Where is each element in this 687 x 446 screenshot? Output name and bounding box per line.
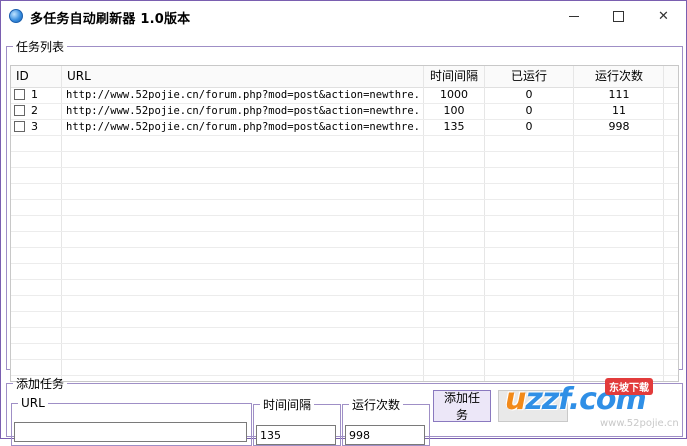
cell-url: http://www.52pojie.cn/forum.php?mod=post… [66,105,421,117]
row-checkbox[interactable] [14,89,25,100]
cell-interval: 100 [443,104,465,117]
minimize-icon [568,15,579,17]
add-task-button[interactable]: 添加任务 [433,390,491,422]
cell-count: 111 [608,88,630,101]
interval-label: 时间间隔 [263,398,312,412]
cell-url: http://www.52pojie.cn/forum.php?mod=post… [66,121,421,133]
minimize-button[interactable] [551,1,596,31]
close-icon: ✕ [658,8,669,24]
cell-url: http://www.52pojie.cn/forum.php?mod=post… [66,89,421,101]
app-globe-icon [9,9,23,23]
url-input[interactable] [14,422,247,442]
row-checkbox[interactable] [14,105,25,116]
watermark: uzzf.com 东坡下载 www.52pojie.cn [505,378,685,436]
add-task-legend: 添加任务 [16,377,65,391]
row-checkbox[interactable] [14,121,25,132]
column-header-interval[interactable]: 时间间隔 [424,66,484,87]
cell-id: 2 [31,104,38,117]
watermark-badge: 东坡下载 [605,378,653,395]
count-label: 运行次数 [352,398,401,412]
cell-count: 998 [608,120,630,133]
cell-count: 11 [612,104,626,117]
column-header-url[interactable]: URL [62,66,427,87]
cell-ran: 0 [525,120,533,133]
close-button[interactable]: ✕ [641,1,686,31]
task-list-legend: 任务列表 [16,40,65,54]
column-header-count[interactable]: 运行次数 [574,66,664,87]
cell-ran: 0 [525,88,533,101]
maximize-button[interactable] [596,1,641,31]
cell-id: 1 [31,88,38,101]
interval-input[interactable] [256,425,336,445]
table-row[interactable]: 1 http://www.52pojie.cn/forum.php?mod=pos… [11,87,678,103]
cell-id: 3 [31,120,38,133]
cell-ran: 0 [525,104,533,117]
count-input[interactable] [345,425,425,445]
app-window: 多任务自动刷新器 1.0版本 ✕ 任务列表 ID URL 时间间隔 已运行 运行… [0,0,687,446]
listview-header: ID URL 时间间隔 已运行 运行次数 [11,66,678,88]
table-row[interactable]: 2 http://www.52pojie.cn/forum.php?mod=pos… [11,103,678,119]
watermark-url: www.52pojie.cn [600,418,679,429]
title-bar[interactable]: 多任务自动刷新器 1.0版本 ✕ [1,1,686,31]
task-listview[interactable]: ID URL 时间间隔 已运行 运行次数 1 http://www.52pojie… [10,65,679,382]
column-header-ran[interactable]: 已运行 [485,66,573,87]
window-title: 多任务自动刷新器 1.0版本 [30,12,191,27]
url-label: URL [21,396,45,410]
table-row[interactable]: 3 http://www.52pojie.cn/forum.php?mod=pos… [11,119,678,135]
cell-interval: 1000 [440,88,468,101]
maximize-icon [613,10,624,22]
column-header-id[interactable]: ID [11,66,62,87]
task-list-group: 任务列表 ID URL 时间间隔 已运行 运行次数 1 http://www.52… [6,38,683,382]
cell-interval: 135 [443,120,465,133]
